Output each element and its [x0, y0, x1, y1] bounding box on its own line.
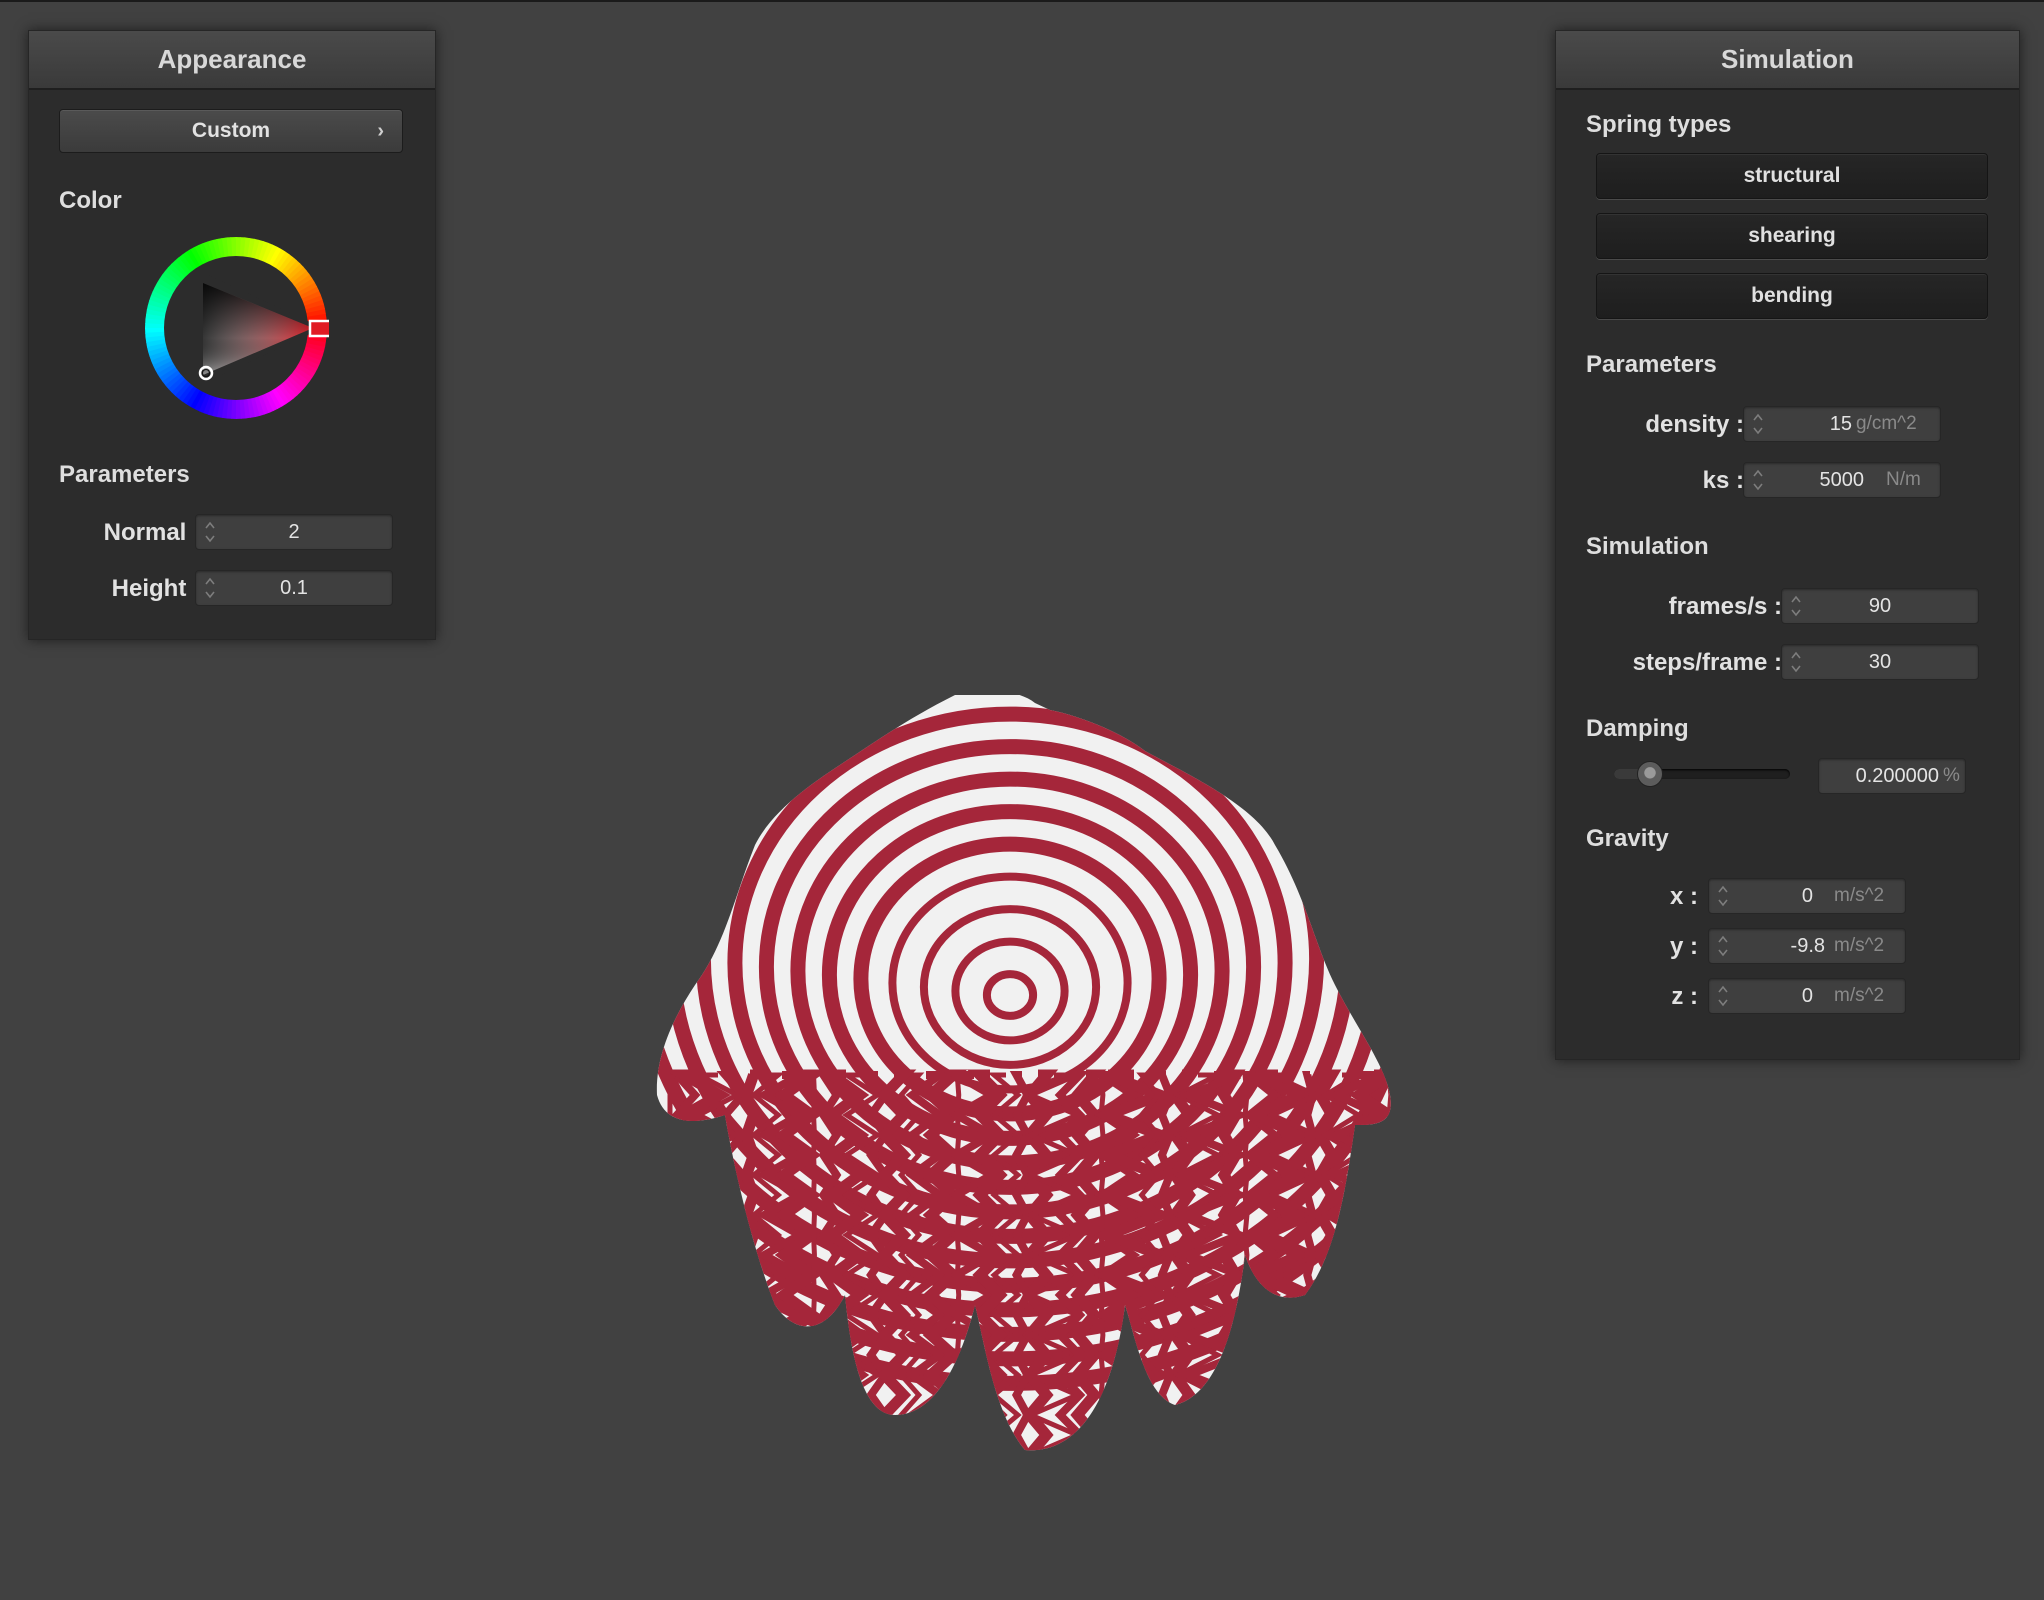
material-dropdown-label: Custom: [191, 119, 271, 142]
color-section-label: Color: [59, 187, 122, 214]
spring-types-label: Spring types: [1586, 111, 1732, 138]
damping-slider-knob[interactable]: [1637, 761, 1664, 787]
gravity-z-value: 0: [1801, 985, 1813, 1007]
window-top-border: [0, 0, 2044, 2]
damping-unit: %: [1943, 765, 1960, 786]
steps-value: 30: [1868, 651, 1892, 673]
bending-button[interactable]: bending: [1596, 273, 1988, 319]
damping-input[interactable]: 0.200000 %: [1818, 758, 1966, 794]
ks-value: 5000: [1819, 469, 1865, 491]
density-input[interactable]: 15 g/cm^2: [1743, 406, 1941, 442]
material-dropdown[interactable]: Custom ›: [59, 109, 403, 153]
normal-value: 2: [288, 521, 300, 543]
appearance-panel: Appearance Custom › Color Parameters Nor…: [28, 30, 436, 640]
simulation-panel-title[interactable]: Simulation: [1556, 31, 2019, 90]
damping-slider[interactable]: [1614, 761, 1790, 787]
appearance-parameters-label: Parameters: [59, 461, 190, 488]
gravity-y-value: -9.8: [1790, 935, 1825, 957]
height-value: 0.1: [280, 577, 308, 599]
fps-label: frames/s :: [1668, 593, 1782, 620]
gravity-y-unit: m/s^2: [1834, 935, 1885, 956]
normal-label: Normal :: [103, 519, 201, 546]
ks-label: ks :: [1702, 467, 1744, 494]
cloth-render[interactable]: [655, 695, 1395, 1455]
gravity-label: Gravity: [1586, 825, 1669, 852]
gravity-x-label: x :: [1669, 883, 1698, 910]
structural-button[interactable]: structural: [1596, 153, 1988, 199]
height-input[interactable]: 0.1: [195, 570, 393, 606]
density-label: density :: [1645, 411, 1744, 438]
gravity-z-label: z :: [1671, 983, 1698, 1010]
appearance-panel-title[interactable]: Appearance: [29, 31, 435, 90]
ks-unit: N/m: [1886, 469, 1921, 490]
gravity-x-input[interactable]: 0 m/s^2: [1708, 878, 1906, 914]
gravity-z-input[interactable]: 0 m/s^2: [1708, 978, 1906, 1014]
gravity-y-input[interactable]: -9.8 m/s^2: [1708, 928, 1906, 964]
shearing-button[interactable]: shearing: [1596, 213, 1988, 259]
ks-input[interactable]: 5000 N/m: [1743, 462, 1941, 498]
density-unit: g/cm^2: [1856, 413, 1917, 434]
gravity-y-label: y :: [1669, 933, 1698, 960]
damping-label: Damping: [1586, 715, 1689, 742]
fps-value: 90: [1868, 595, 1892, 617]
gravity-x-unit: m/s^2: [1834, 885, 1885, 906]
normal-input[interactable]: 2: [195, 514, 393, 550]
gravity-z-unit: m/s^2: [1834, 985, 1885, 1006]
simulation-panel: Simulation Spring types structural shear…: [1555, 30, 2020, 1060]
damping-value: 0.200000: [1855, 765, 1939, 787]
steps-input[interactable]: 30: [1781, 644, 1979, 680]
chevron-right-icon: ›: [377, 120, 384, 142]
density-value: 15: [1829, 413, 1852, 435]
color-wheel[interactable]: [143, 235, 329, 421]
simulation-parameters-label: Parameters: [1586, 351, 1717, 378]
fps-input[interactable]: 90: [1781, 588, 1979, 624]
gravity-x-value: 0: [1801, 885, 1813, 907]
hue-handle: [308, 319, 329, 338]
height-label: Height :: [111, 575, 201, 602]
simulation-section-label: Simulation: [1586, 533, 1709, 560]
steps-label: steps/frame :: [1632, 649, 1782, 676]
